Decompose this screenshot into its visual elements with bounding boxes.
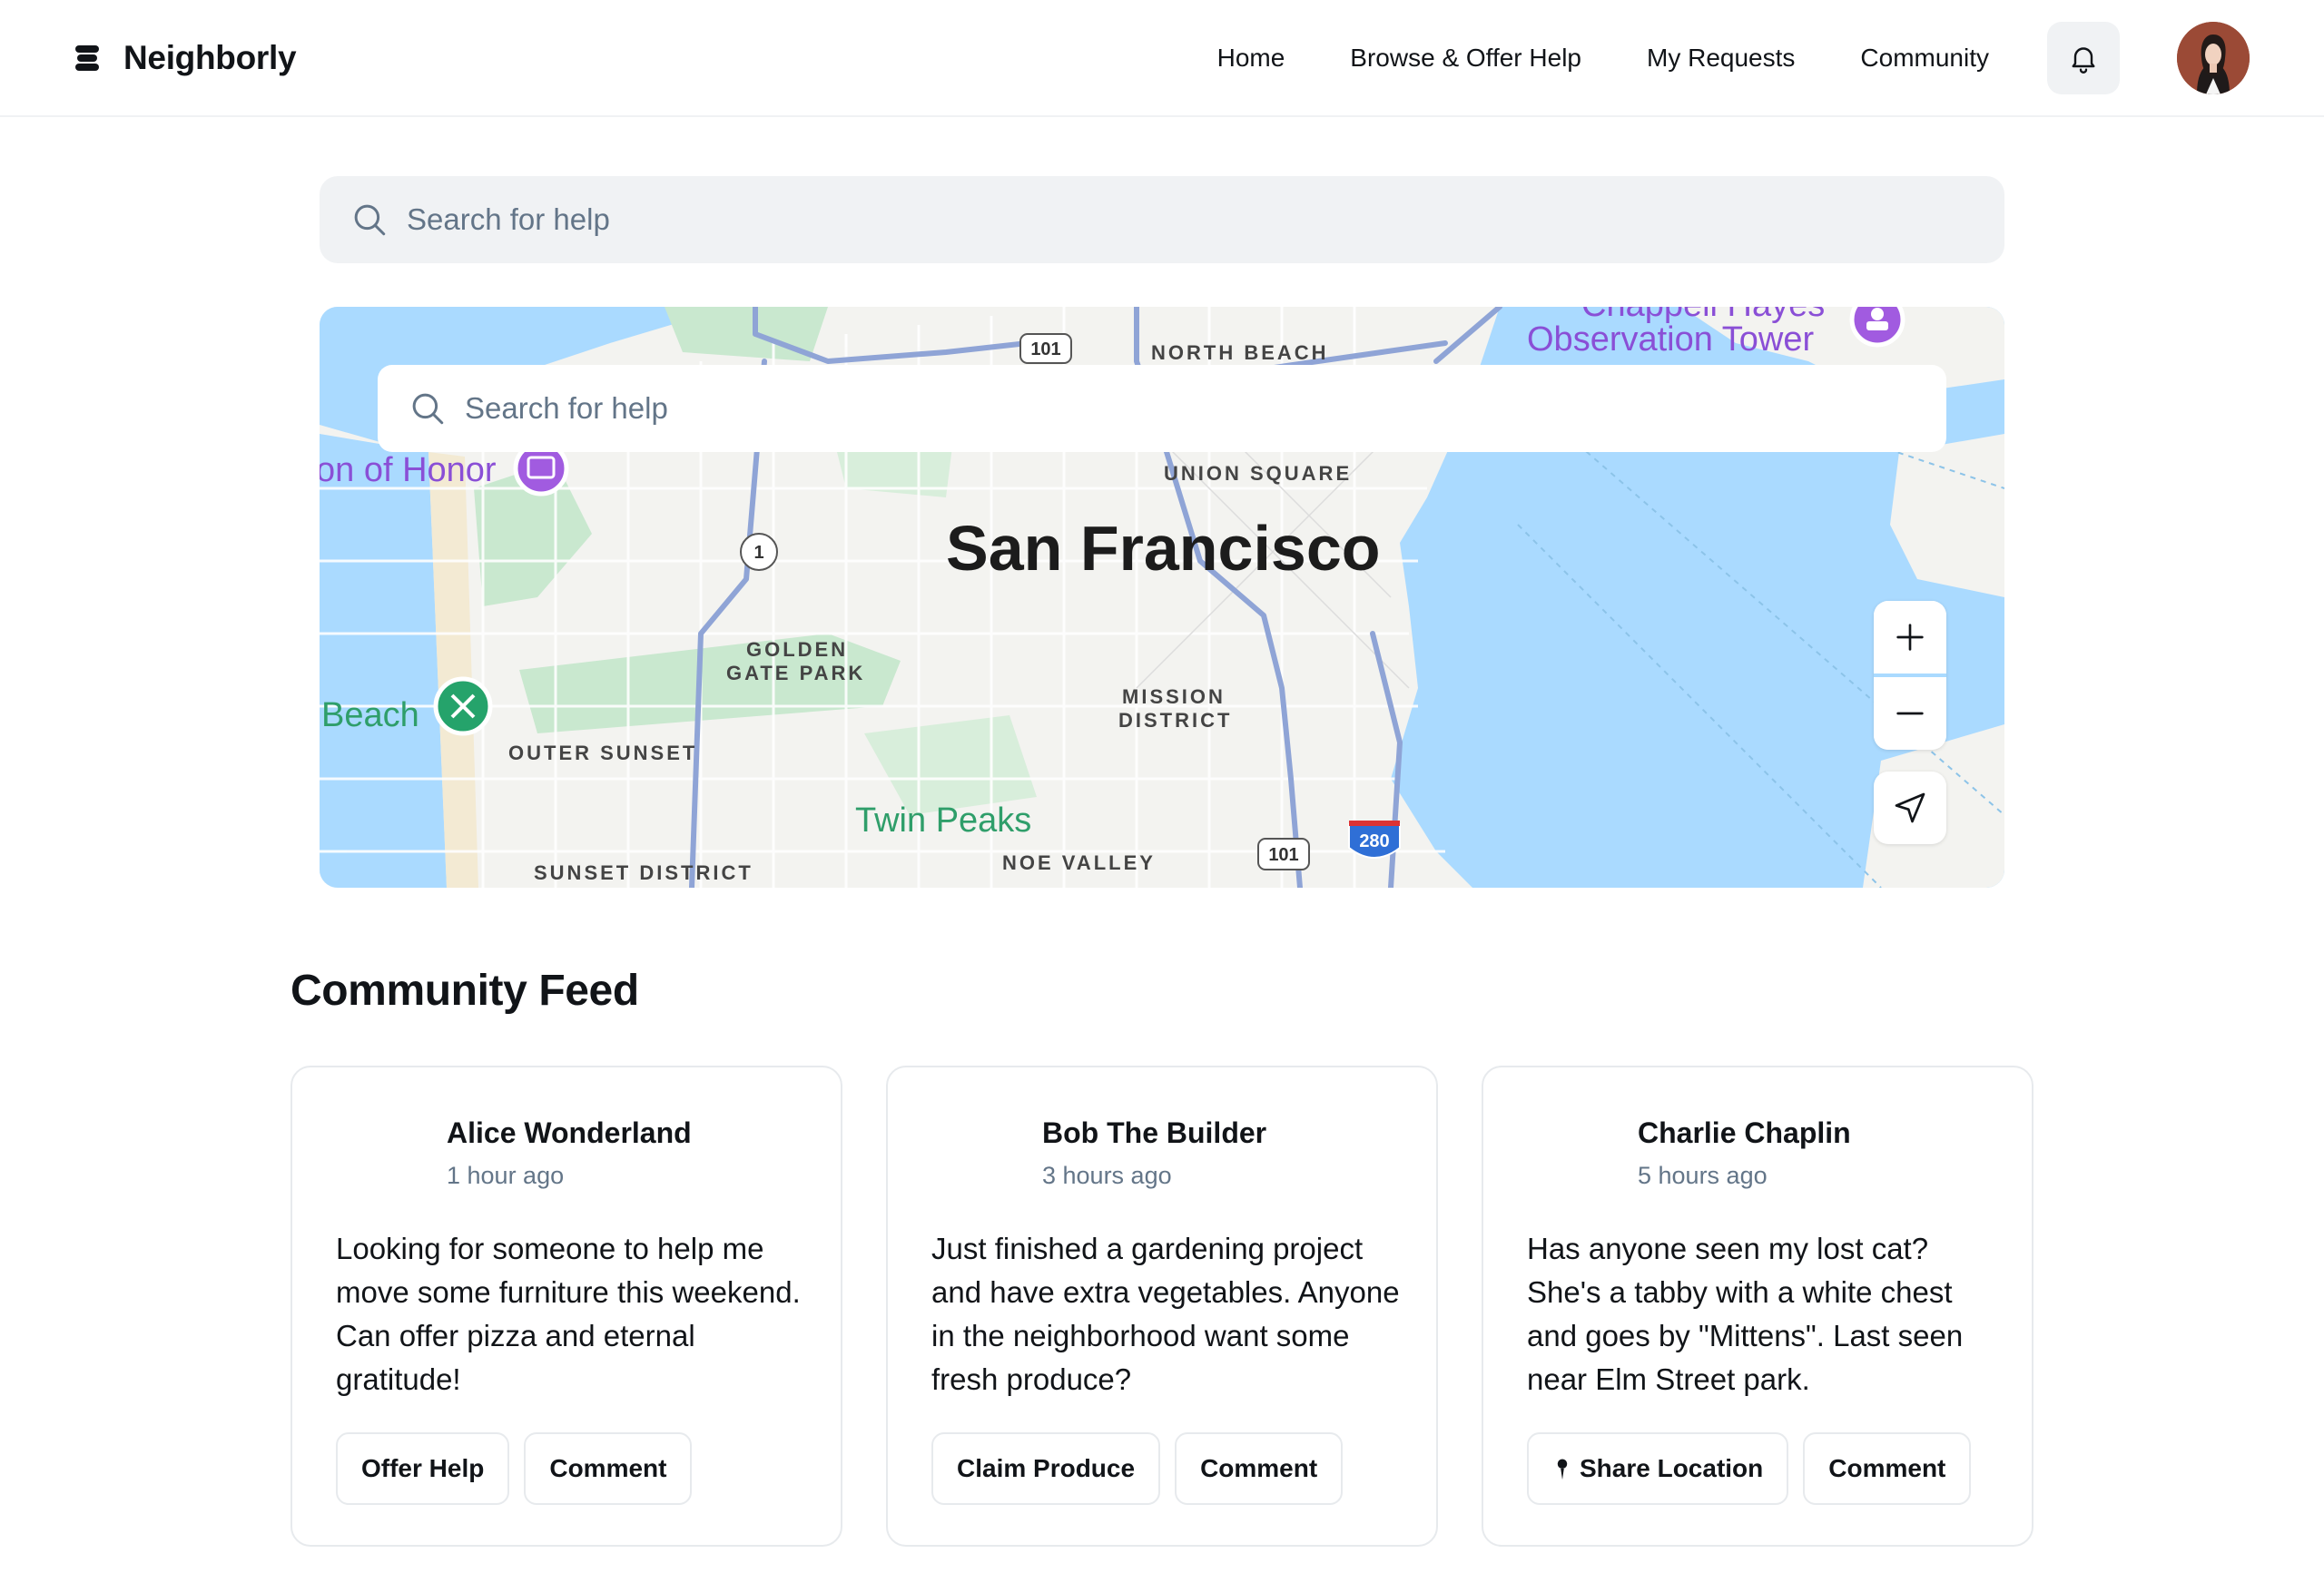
post-author[interactable]: Alice Wonderland (447, 1116, 692, 1150)
svg-text:101: 101 (1268, 845, 1298, 865)
post-text: Has anyone seen my lost cat? She's a tab… (1527, 1232, 1964, 1396)
post-text: Looking for someone to help me move some… (336, 1232, 801, 1396)
label-noe-valley: NOE VALLEY (1002, 851, 1156, 874)
navigation-arrow-icon (1895, 792, 1925, 823)
search-icon (412, 393, 444, 425)
label-chappell-hayes: Chappell Hayes (1581, 307, 1825, 324)
pin-icon (1557, 1459, 1568, 1480)
label-observation-tower: Observation Tower (1527, 320, 1814, 359)
label-golden-gate-park-2: GATE PARK (726, 662, 865, 684)
poi-pin-observation-tower[interactable] (1849, 307, 1905, 348)
share-location-label: Share Location (1580, 1454, 1764, 1482)
feed-card: Alice Wonderland 1 hour ago Looking for … (290, 1066, 842, 1547)
comment-button[interactable]: Comment (524, 1432, 693, 1505)
post-actions: Offer Help Comment (336, 1432, 693, 1505)
comment-button[interactable]: Comment (1803, 1432, 1972, 1505)
post-author[interactable]: Charlie Chaplin (1638, 1116, 1851, 1150)
label-outer-sunset: OUTER SUNSET (508, 742, 697, 764)
bell-icon (2072, 46, 2095, 74)
avatar-portrait (2177, 21, 2250, 94)
nav-home[interactable]: Home (1217, 44, 1285, 73)
map-search-input[interactable] (465, 391, 1827, 426)
post-actions: Share Location Comment (1527, 1432, 1972, 1505)
post-author[interactable]: Bob The Builder (1042, 1116, 1266, 1150)
minus-icon (1896, 712, 1924, 715)
locate-me-button[interactable] (1874, 772, 1946, 844)
label-beach: Beach (321, 696, 419, 734)
brand-name: Neighborly (123, 38, 297, 76)
post-actions: Claim Produce Comment (931, 1432, 1344, 1505)
zoom-controls (1874, 601, 1946, 750)
map-view[interactable]: NORTH BEACH UNION SQUARE San Francisco G… (320, 307, 2004, 888)
post-time: 5 hours ago (1638, 1162, 1768, 1189)
nav-browse-offer-help[interactable]: Browse & Offer Help (1350, 44, 1581, 73)
plus-icon (1896, 624, 1924, 651)
feed-card: Charlie Chaplin 5 hours ago Has anyone s… (1482, 1066, 2034, 1547)
label-sunset-district: SUNSET DISTRICT (534, 861, 753, 884)
stack-logo-icon (75, 44, 99, 71)
claim-produce-button[interactable]: Claim Produce (931, 1432, 1161, 1505)
search-bar[interactable] (320, 176, 2004, 263)
hwy-shield-101-south: 101 (1257, 838, 1310, 870)
label-mission-1: MISSION (1122, 685, 1226, 708)
hwy-shield-280: 280 (1348, 821, 1401, 859)
label-legion-of-honor: on of Honor (320, 451, 497, 489)
search-icon (354, 204, 386, 236)
zoom-out-button[interactable] (1874, 677, 1946, 750)
poi-pin-beach[interactable] (433, 676, 493, 736)
label-union-square: UNION SQUARE (1164, 462, 1352, 485)
label-city: San Francisco (946, 513, 1381, 584)
feed-title: Community Feed (290, 967, 639, 1015)
nav-community[interactable]: Community (1860, 44, 1989, 73)
hwy-shield-1: 1 (740, 533, 778, 571)
hwy-shield-101-north: 101 (1019, 333, 1072, 364)
label-north-beach: NORTH BEACH (1151, 341, 1329, 364)
svg-text:1: 1 (753, 543, 763, 563)
post-time: 3 hours ago (1042, 1162, 1172, 1189)
brand[interactable]: Neighborly (74, 38, 297, 77)
user-avatar[interactable] (2177, 21, 2250, 94)
top-header: Neighborly Home Browse & Offer Help My R… (0, 0, 2324, 117)
offer-help-button[interactable]: Offer Help (336, 1432, 510, 1505)
nav-my-requests[interactable]: My Requests (1647, 44, 1795, 73)
svg-text:280: 280 (1359, 831, 1389, 851)
label-mission-2: DISTRICT (1118, 709, 1232, 732)
share-location-button[interactable]: Share Location (1527, 1432, 1789, 1505)
comment-button[interactable]: Comment (1175, 1432, 1344, 1505)
search-input[interactable] (407, 202, 1859, 237)
map-search-bar[interactable] (378, 365, 1946, 452)
notifications-button[interactable] (2047, 21, 2120, 94)
label-golden-gate-park-1: GOLDEN (746, 638, 848, 661)
label-twin-peaks: Twin Peaks (855, 801, 1031, 840)
post-text: Just finished a gardening project and ha… (931, 1232, 1400, 1396)
main-nav: Home Browse & Offer Help My Requests Com… (1217, 21, 2250, 94)
zoom-in-button[interactable] (1874, 601, 1946, 674)
post-time: 1 hour ago (447, 1162, 565, 1189)
feed-card: Bob The Builder 3 hours ago Just finishe… (886, 1066, 1438, 1547)
svg-text:101: 101 (1030, 339, 1060, 359)
